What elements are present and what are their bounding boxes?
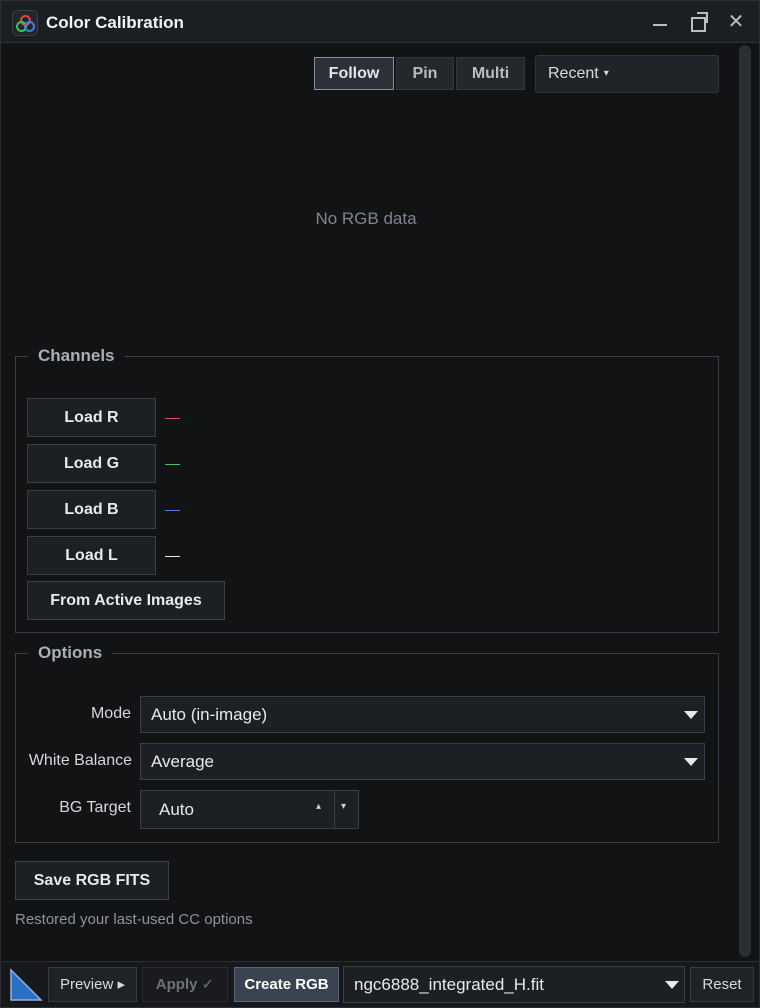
blue-channel-indicator: [165, 510, 180, 511]
mode-value: Auto (in-image): [151, 705, 268, 724]
create-rgb-button[interactable]: Create RGB: [234, 967, 339, 1002]
reset-button[interactable]: Reset: [690, 967, 754, 1002]
white-balance-value: Average: [151, 752, 215, 771]
bg-target-label: BG Target: [59, 799, 131, 816]
bg-target-value: Auto: [159, 800, 194, 819]
recent-dropdown[interactable]: Recent ▾: [535, 55, 719, 93]
target-image-select[interactable]: ngc6888_integrated_H.fit: [343, 966, 685, 1003]
vertical-scrollbar[interactable]: [739, 45, 751, 957]
target-image-value: ngc6888_integrated_H.fit: [354, 975, 544, 994]
close-icon[interactable]: ✕: [723, 9, 749, 35]
load-g-button[interactable]: Load G: [27, 444, 156, 483]
pin-toggle[interactable]: Pin: [396, 57, 454, 90]
maximize-icon[interactable]: [685, 9, 711, 35]
mode-label: Mode: [90, 705, 131, 722]
color-calibration-window: Color Calibration ✕ Follow Pin Multi Rec…: [0, 0, 760, 1008]
caret-down-icon: ▾: [603, 68, 609, 79]
options-group-title: Options: [28, 643, 113, 663]
preview-button[interactable]: Preview ▸: [48, 967, 137, 1002]
green-channel-indicator: [165, 464, 180, 465]
recent-label: Recent: [548, 65, 599, 82]
status-message: Restored your last-used CC options: [15, 911, 253, 928]
bg-target-spinbox[interactable]: Auto ▴ ▾: [140, 790, 359, 829]
load-r-button[interactable]: Load R: [27, 398, 156, 437]
spin-down-icon[interactable]: ▾: [341, 801, 346, 812]
red-channel-indicator: [165, 418, 180, 419]
white-balance-label: White Balance: [28, 752, 132, 769]
load-b-button[interactable]: Load B: [27, 490, 156, 529]
scrollbar-thumb[interactable]: [739, 45, 751, 957]
color-calibration-app-icon: [12, 10, 38, 36]
preview-empty-message: No RGB data: [315, 209, 417, 228]
multi-toggle[interactable]: Multi: [456, 57, 525, 90]
load-l-button[interactable]: Load L: [27, 536, 156, 575]
apply-button[interactable]: Apply ✓: [142, 967, 228, 1002]
dropdown-arrow-icon: [665, 981, 679, 989]
luminance-channel-indicator: [165, 556, 180, 557]
dropdown-arrow-icon: [684, 711, 698, 719]
dropdown-arrow-icon: [684, 758, 698, 766]
corner-triangle-icon: [10, 968, 43, 1001]
channels-group-title: Channels: [28, 346, 125, 366]
spin-up-icon[interactable]: ▴: [316, 801, 321, 812]
from-active-images-button[interactable]: From Active Images: [27, 581, 225, 620]
follow-toggle[interactable]: Follow: [314, 57, 394, 90]
title-bar[interactable]: Color Calibration ✕: [1, 1, 759, 43]
save-rgb-fits-button[interactable]: Save RGB FITS: [15, 861, 169, 900]
window-title: Color Calibration: [46, 13, 184, 32]
mode-select[interactable]: Auto (in-image): [140, 696, 705, 733]
white-balance-select[interactable]: Average: [140, 743, 705, 780]
minimize-icon[interactable]: [647, 9, 673, 35]
